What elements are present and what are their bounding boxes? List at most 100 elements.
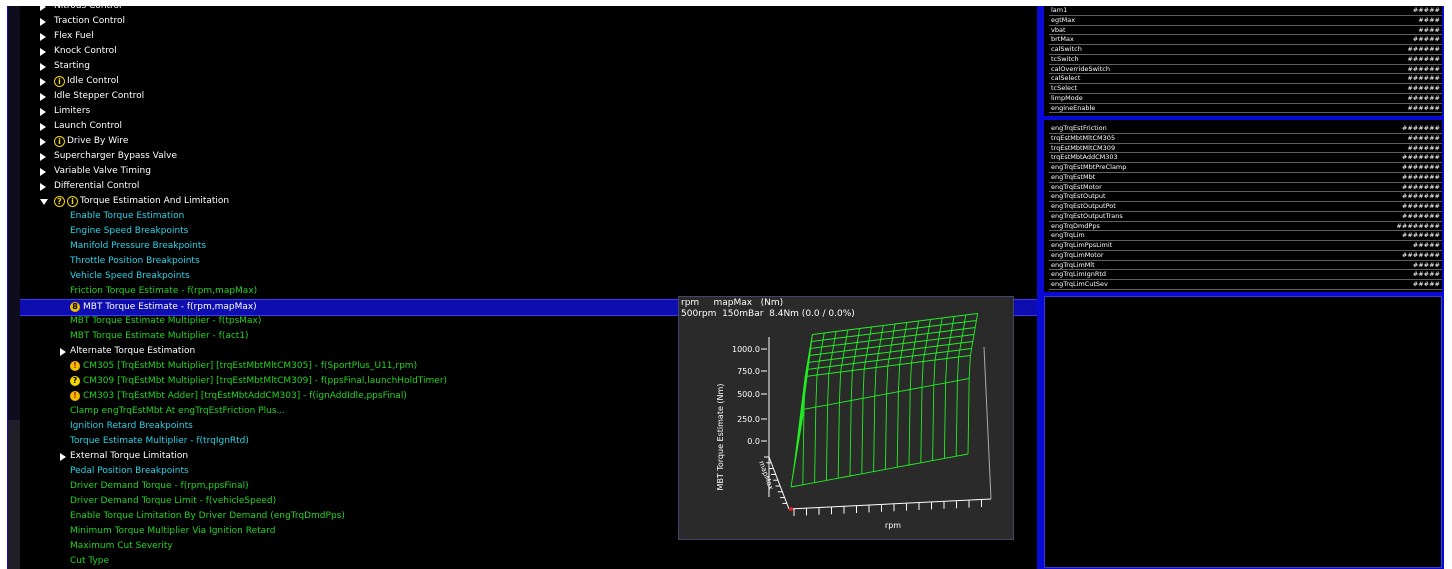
chart-y-tick-label: 1000.0 bbox=[732, 345, 760, 354]
tree-item-label: Friction Torque Estimate - f(rpm,mapMax) bbox=[70, 286, 258, 296]
expand-arrow-icon[interactable] bbox=[40, 63, 46, 71]
channel-value: ####### bbox=[1401, 192, 1440, 201]
channel-row[interactable]: tcSwitch ###### bbox=[1049, 55, 1442, 65]
channel-row[interactable]: engTrqEstOutputPot ####### bbox=[1049, 202, 1442, 212]
channel-row[interactable]: engTrqDmdPps ######## bbox=[1049, 222, 1442, 232]
info-icon: i bbox=[67, 196, 78, 207]
channel-name: brtMax bbox=[1051, 35, 1074, 44]
channel-value: ###### bbox=[1407, 103, 1440, 112]
channel-row[interactable]: engTrqEstMotor ####### bbox=[1049, 183, 1442, 193]
expand-arrow-icon[interactable] bbox=[40, 123, 46, 131]
channel-row[interactable]: engTrqLim ####### bbox=[1049, 231, 1442, 241]
expand-arrow-icon[interactable] bbox=[40, 18, 46, 26]
tree-leaf-item[interactable]: Engine Speed Breakpoints bbox=[20, 224, 1037, 239]
channel-name: engTrqDmdPps bbox=[1051, 221, 1100, 230]
channel-name: engTrqLimIgnRtd bbox=[1051, 270, 1107, 279]
channel-row[interactable]: trqEstMbtMltCM305 ###### bbox=[1049, 134, 1442, 144]
channel-row[interactable]: calSelect ###### bbox=[1049, 74, 1442, 84]
chart-box-edge bbox=[983, 346, 992, 500]
chart-canvas[interactable]: MBT Torque Estimate (Nm) 1000.0 750.0 500.0… bbox=[679, 297, 1013, 539]
tree-group-item[interactable]: i Drive By Wire bbox=[20, 134, 1037, 149]
tree-group-item[interactable]: Differential Control bbox=[20, 179, 1037, 194]
mbt-torque-3d-chart[interactable]: rpm mapMax (Nm) 500rpm 150mBar 8.4Nm (0.… bbox=[678, 296, 1014, 540]
warning-icon: ! bbox=[70, 391, 80, 401]
channel-row[interactable]: engTrqLimMlt ##### bbox=[1049, 261, 1442, 271]
tree-group-item[interactable]: i Idle Control bbox=[20, 74, 1037, 89]
tree-group-item[interactable]: Traction Control bbox=[20, 14, 1037, 29]
channel-name: lam1 bbox=[1051, 6, 1068, 14]
tree-group-item[interactable]: Supercharger Bypass Valve bbox=[20, 149, 1037, 164]
channel-row[interactable]: brtMax ##### bbox=[1049, 35, 1442, 45]
chart-mesh-line bbox=[837, 329, 849, 479]
expand-arrow-icon[interactable] bbox=[40, 183, 46, 191]
channel-name: calSwitch bbox=[1051, 45, 1082, 53]
tree-group-item[interactable]: Starting bbox=[20, 59, 1037, 74]
expand-arrow-icon[interactable] bbox=[60, 348, 66, 356]
expand-arrow-icon[interactable] bbox=[40, 93, 46, 101]
channel-name: engineEnable bbox=[1051, 103, 1096, 112]
channel-row[interactable]: trqEstMbtMltCM309 ###### bbox=[1049, 144, 1442, 154]
tree-item-label: Limiters bbox=[54, 106, 91, 116]
channel-row[interactable]: engTrqLimIgnRtd ##### bbox=[1049, 270, 1442, 280]
tree-group-item[interactable]: Nitrous Control bbox=[20, 6, 1037, 14]
expand-arrow-icon[interactable] bbox=[40, 33, 46, 41]
expand-arrow-icon[interactable] bbox=[40, 108, 46, 116]
channel-value: ##### bbox=[1412, 280, 1440, 288]
tree-leaf-item[interactable]: Maximum Cut Severity bbox=[20, 539, 1037, 554]
channel-value: ####### bbox=[1401, 182, 1440, 191]
tree-leaf-item[interactable]: Cut Type bbox=[20, 554, 1037, 569]
channel-row[interactable]: engTrqEstOutputTrans ####### bbox=[1049, 212, 1442, 222]
info-icon: i bbox=[54, 136, 65, 147]
channel-name: engTrqEstMbtPreClamp bbox=[1051, 163, 1127, 171]
tree-group-item[interactable]: Limiters bbox=[20, 104, 1037, 119]
chart-y-tick-label: 500.0 bbox=[737, 390, 760, 399]
channel-row[interactable]: trqEstMbtAddCM303 ####### bbox=[1049, 153, 1442, 163]
channel-value: ##### bbox=[1412, 35, 1440, 44]
expand-arrow-icon[interactable] bbox=[40, 78, 46, 86]
channel-row[interactable]: limpMode ###### bbox=[1049, 94, 1442, 104]
channel-value: ##### bbox=[1412, 6, 1440, 14]
channel-row[interactable]: engTrqEstMbt ####### bbox=[1049, 173, 1442, 183]
channel-row[interactable]: tcSelect ###### bbox=[1049, 84, 1442, 94]
channel-row[interactable]: engTrqLimPpsLimit ##### bbox=[1049, 241, 1442, 251]
channel-row[interactable]: lam1 ##### bbox=[1049, 6, 1442, 16]
channel-row[interactable]: engTrqLimMotor ####### bbox=[1049, 251, 1442, 261]
tree-leaf-item[interactable]: Vehicle Speed Breakpoints bbox=[20, 269, 1037, 284]
chart-mesh-line bbox=[792, 355, 971, 473]
channel-row[interactable]: engTrqEstOutput ####### bbox=[1049, 192, 1442, 202]
tree-group-item[interactable]: Launch Control bbox=[20, 119, 1037, 134]
expand-arrow-icon[interactable] bbox=[40, 6, 46, 11]
tree-group-item[interactable]: Idle Stepper Control bbox=[20, 89, 1037, 104]
tree-leaf-item[interactable]: Enable Torque Estimation bbox=[20, 209, 1037, 224]
tree-leaf-item[interactable]: Throttle Position Breakpoints bbox=[20, 254, 1037, 269]
tree-group-item[interactable]: Flex Fuel bbox=[20, 29, 1037, 44]
tree-group-item[interactable]: ? i Torque Estimation And Limitation bbox=[20, 194, 1037, 209]
tree-scroll-thumb[interactable] bbox=[8, 420, 20, 569]
channel-row[interactable]: engTrqEstFriction ####### bbox=[1049, 124, 1442, 134]
channel-row[interactable]: engTrqEstMbtPreClamp ####### bbox=[1049, 163, 1442, 173]
channel-row[interactable]: calOverrideSwitch ###### bbox=[1049, 65, 1442, 75]
tree-item-label: Variable Valve Timing bbox=[54, 166, 151, 176]
channel-row[interactable]: calSwitch ###### bbox=[1049, 45, 1442, 55]
tree-group-item[interactable]: Knock Control bbox=[20, 44, 1037, 59]
channel-row[interactable]: engTrqLimCutSev ##### bbox=[1049, 280, 1442, 290]
tree-group-item[interactable]: Variable Valve Timing bbox=[20, 164, 1037, 179]
expand-arrow-icon[interactable] bbox=[40, 138, 46, 146]
channel-name: trqEstMbtMltCM309 bbox=[1051, 143, 1116, 152]
tree-leaf-item[interactable]: Manifold Pressure Breakpoints bbox=[20, 239, 1037, 254]
tree-item-label: MBT Torque Estimate Multiplier - f(tpsMa… bbox=[70, 316, 262, 326]
channel-value: ####### bbox=[1401, 250, 1440, 259]
chart-y-tick-label: 250.0 bbox=[737, 415, 760, 424]
expand-arrow-icon[interactable] bbox=[40, 168, 46, 176]
channel-name: engTrqEstOutput bbox=[1051, 192, 1106, 201]
expand-arrow-icon[interactable] bbox=[40, 48, 46, 56]
channel-row[interactable]: vbat #### bbox=[1049, 26, 1442, 36]
expand-arrow-icon[interactable] bbox=[40, 153, 46, 161]
channel-name: tcSelect bbox=[1051, 84, 1078, 92]
collapse-arrow-icon[interactable] bbox=[40, 199, 48, 205]
expand-arrow-icon[interactable] bbox=[60, 453, 66, 461]
channel-row[interactable]: egtMax #### bbox=[1049, 16, 1442, 26]
channel-name: engTrqLimPpsLimit bbox=[1051, 241, 1113, 249]
channel-row[interactable]: engineEnable ###### bbox=[1049, 104, 1442, 114]
tree-item-label: Driver Demand Torque Limit - f(vehicleSp… bbox=[70, 496, 277, 506]
